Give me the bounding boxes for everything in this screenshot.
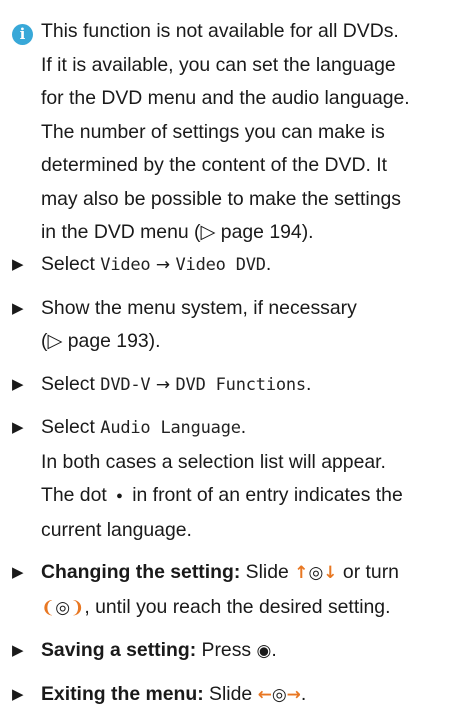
- step-saving-setting: ▶ Saving a setting: Press ◉.: [12, 634, 464, 669]
- menu-item-audio-language: Audio Language: [100, 418, 241, 438]
- bullet-icon: ▶: [12, 642, 24, 659]
- note-text: for the DVD menu and the audio language.: [41, 87, 410, 109]
- dot-icon: ●: [116, 490, 123, 502]
- menu-item-video: Video: [100, 255, 151, 275]
- menu-item-video-dvd: Video DVD: [175, 255, 267, 275]
- bullet-icon: ▶: [12, 375, 24, 393]
- bullet-icon: ▶: [12, 685, 24, 703]
- step-list: ▶ Select Video → Video DVD. ▶ Show the m…: [12, 248, 464, 721]
- step-label: Changing the setting:: [41, 561, 241, 583]
- turn-controller-icon: ❨◎❩: [41, 597, 85, 618]
- arrow-right-icon: →: [155, 374, 171, 395]
- step-label: Saving a setting:: [41, 639, 197, 661]
- bullet-icon: ▶: [12, 564, 24, 581]
- note-text: in the DVD menu (▷ page 194).: [41, 221, 314, 243]
- info-icon: i: [12, 24, 33, 45]
- note-text: If it is available, you can set the lang…: [41, 53, 396, 76]
- note-text: determined by the content of the DVD. It: [41, 154, 387, 176]
- step-text: The dot ● in front of an entry indicates…: [41, 484, 403, 506]
- page-reference-link[interactable]: ▷ page 194: [201, 221, 302, 243]
- bullet-icon: ▶: [12, 419, 24, 436]
- step-changing-setting: ▶ Changing the setting: Slide ↑◎↓ or tur…: [12, 556, 464, 625]
- note-text: The number of settings you can make is: [41, 120, 385, 143]
- slide-up-down-controller-icon: ↑◎↓: [294, 563, 338, 583]
- arrow-right-icon: →: [155, 255, 171, 275]
- manual-page: i This function is not available for all …: [0, 0, 464, 705]
- step-text: Show the menu system, if necessary: [41, 296, 357, 319]
- bullet-icon: ▶: [12, 256, 24, 273]
- step-text: current language.: [41, 518, 192, 541]
- page-reference-link[interactable]: (▷ page 193).: [41, 325, 464, 359]
- note-text: may also be possible to make the setting…: [41, 187, 401, 210]
- note-text: This function is not available for all D…: [41, 20, 399, 42]
- step-text: In both cases a selection list will appe…: [41, 450, 386, 473]
- bullet-icon: ▶: [12, 299, 24, 317]
- menu-item-dvd-v: DVD-V: [100, 374, 151, 395]
- step-select-audio-language: ▶ Select Audio Language. In both cases a…: [12, 411, 464, 547]
- step-select-video-dvd: ▶ Select Video → Video DVD.: [12, 248, 464, 283]
- step-label: Exiting the menu:: [41, 682, 204, 705]
- press-controller-icon: ◉: [256, 641, 272, 661]
- step-show-menu-system: ▶ Show the menu system, if necessary (▷ …: [12, 292, 464, 359]
- menu-item-dvd-functions: DVD Functions: [175, 374, 307, 395]
- step-exiting-menu: ▶ Exiting the menu: Slide ←◎→.: [12, 678, 464, 713]
- step-select-dvd-functions: ▶ Select DVD-V → DVD Functions.: [12, 368, 464, 403]
- note-line: i This function is not available for all …: [12, 15, 458, 49]
- slide-left-right-controller-icon: ←◎→: [257, 684, 301, 705]
- info-note: i This function is not available for all …: [12, 15, 458, 250]
